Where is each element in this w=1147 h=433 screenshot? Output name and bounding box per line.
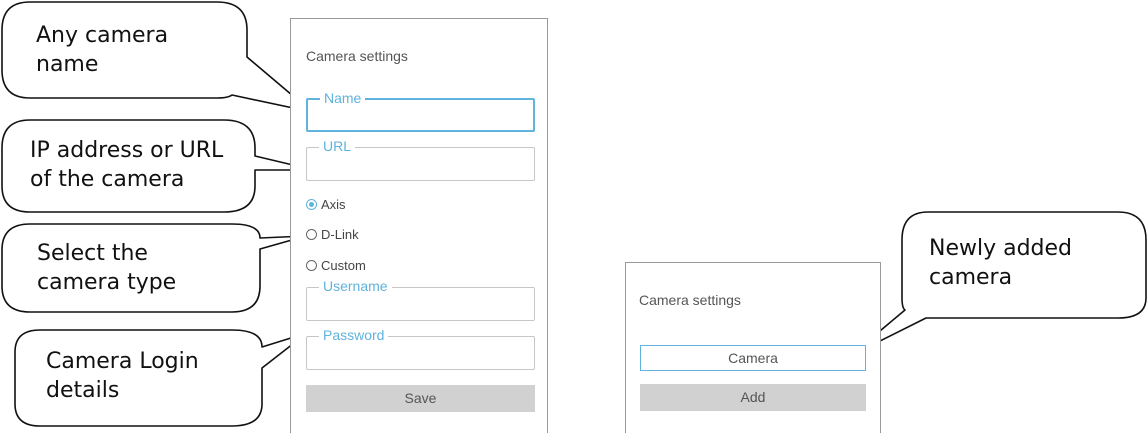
username-field-label: Username	[319, 278, 392, 294]
callout-added-text: Newly added camera	[929, 236, 1073, 290]
radio-axis[interactable]: Axis	[306, 197, 346, 212]
add-button[interactable]: Add	[640, 384, 866, 411]
radio-checked-icon[interactable]	[306, 199, 317, 210]
url-field[interactable]: URL	[306, 138, 535, 181]
callout-type-text: Select the camera type	[37, 241, 177, 295]
radio-axis-label: Axis	[321, 197, 346, 212]
name-field[interactable]: Name	[306, 90, 535, 132]
settings-form-title: Camera settings	[306, 48, 408, 64]
radio-unchecked-icon[interactable]	[306, 260, 317, 271]
save-button[interactable]: Save	[306, 385, 535, 412]
radio-dlink-label: D-Link	[321, 227, 359, 242]
name-field-label: Name	[320, 90, 366, 106]
url-field-label: URL	[319, 138, 356, 154]
camera-list-title: Camera settings	[639, 292, 741, 308]
camera-list-panel: Camera settings Camera Add	[625, 262, 881, 433]
callout-login-text: Camera Login details	[46, 349, 199, 403]
radio-custom[interactable]: Custom	[306, 258, 366, 273]
radio-unchecked-icon[interactable]	[306, 229, 317, 240]
username-field[interactable]: Username	[306, 278, 535, 321]
password-field[interactable]: Password	[306, 327, 535, 370]
password-field-label: Password	[319, 327, 389, 343]
callout-url-text: IP address or URL of the camera	[30, 138, 224, 192]
radio-dlink[interactable]: D-Link	[306, 227, 359, 242]
camera-list-item[interactable]: Camera	[640, 345, 866, 371]
callout-name-text: Any camera name	[36, 23, 169, 77]
camera-settings-form: Camera settings Name URL Axis D-Link Cus…	[290, 18, 548, 433]
radio-custom-label: Custom	[321, 258, 366, 273]
